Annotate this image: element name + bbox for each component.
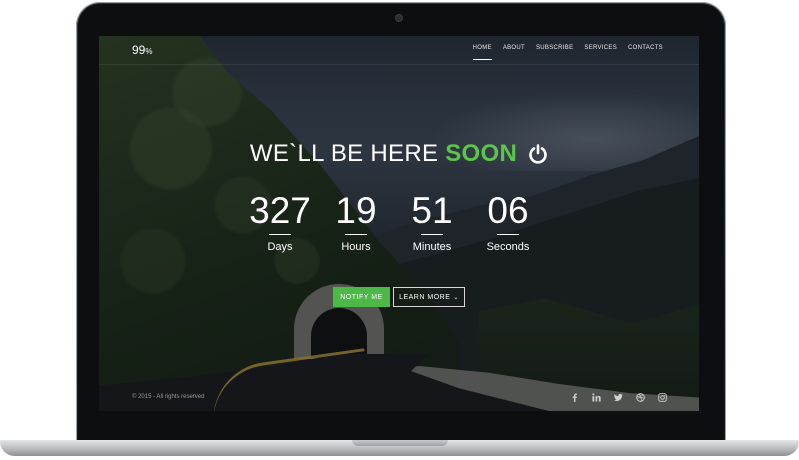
- social-links: [569, 392, 667, 402]
- learn-more-label: LEARN MORE: [399, 293, 451, 301]
- page-title: WE`LL BE HERE SOON: [99, 140, 699, 168]
- nav-item-contacts[interactable]: CONTACTS: [628, 45, 663, 58]
- notify-me-button[interactable]: NOTIFY ME: [333, 287, 390, 307]
- linkedin-icon[interactable]: [591, 392, 601, 402]
- chevron-down-icon: ⌄: [453, 294, 459, 301]
- learn-more-button[interactable]: LEARN MORE ⌄: [393, 287, 465, 307]
- countdown-days: 327 Days: [244, 190, 316, 254]
- countdown-minutes-value: 51: [411, 190, 453, 231]
- nav-item-services[interactable]: SERVICES: [584, 45, 617, 58]
- countdown-hours-value: 19: [335, 190, 377, 231]
- headline-accent: SOON: [445, 140, 518, 167]
- logo-suffix: %: [145, 47, 153, 56]
- laptop-screen: 99% HOME ABOUT SUBSCRIBE SERVICES CONTAC…: [99, 36, 699, 411]
- logo-number: 99: [132, 43, 146, 57]
- logo[interactable]: 99%: [132, 43, 152, 57]
- countdown-divider: [421, 234, 443, 235]
- countdown-hours: 19 Hours: [320, 190, 392, 254]
- instagram-icon[interactable]: [657, 392, 667, 402]
- header-divider: [99, 64, 699, 65]
- countdown-minutes: 51 Minutes: [396, 190, 468, 254]
- countdown-days-value: 327: [249, 190, 311, 231]
- countdown-days-label: Days: [267, 241, 293, 253]
- countdown-divider: [497, 234, 519, 235]
- dribbble-icon[interactable]: [635, 392, 645, 402]
- nav-item-home[interactable]: HOME: [472, 45, 493, 60]
- countdown-seconds-label: Seconds: [486, 241, 530, 253]
- facebook-icon[interactable]: [569, 392, 579, 402]
- countdown-divider: [269, 234, 291, 235]
- nav-item-subscribe[interactable]: SUBSCRIBE: [536, 45, 573, 58]
- countdown-seconds: 06 Seconds: [472, 190, 544, 254]
- countdown-minutes-label: Minutes: [412, 241, 452, 253]
- nav-item-about[interactable]: ABOUT: [503, 45, 525, 58]
- twitter-icon[interactable]: [613, 392, 623, 402]
- headline-text: WE`LL BE HERE: [249, 140, 439, 167]
- camera-icon: [396, 15, 402, 21]
- countdown-seconds-value: 06: [487, 190, 529, 231]
- countdown: 327 Days 19 Hours 51 Minutes 06 Seconds: [244, 190, 544, 254]
- laptop-base-notch: [352, 440, 448, 446]
- countdown-hours-label: Hours: [341, 241, 371, 253]
- countdown-divider: [345, 234, 367, 235]
- power-icon: [528, 143, 548, 164]
- copyright-text: © 2015 - All rights reserved: [132, 394, 205, 400]
- main-nav: HOME ABOUT SUBSCRIBE SERVICES CONTACTS: [472, 45, 663, 60]
